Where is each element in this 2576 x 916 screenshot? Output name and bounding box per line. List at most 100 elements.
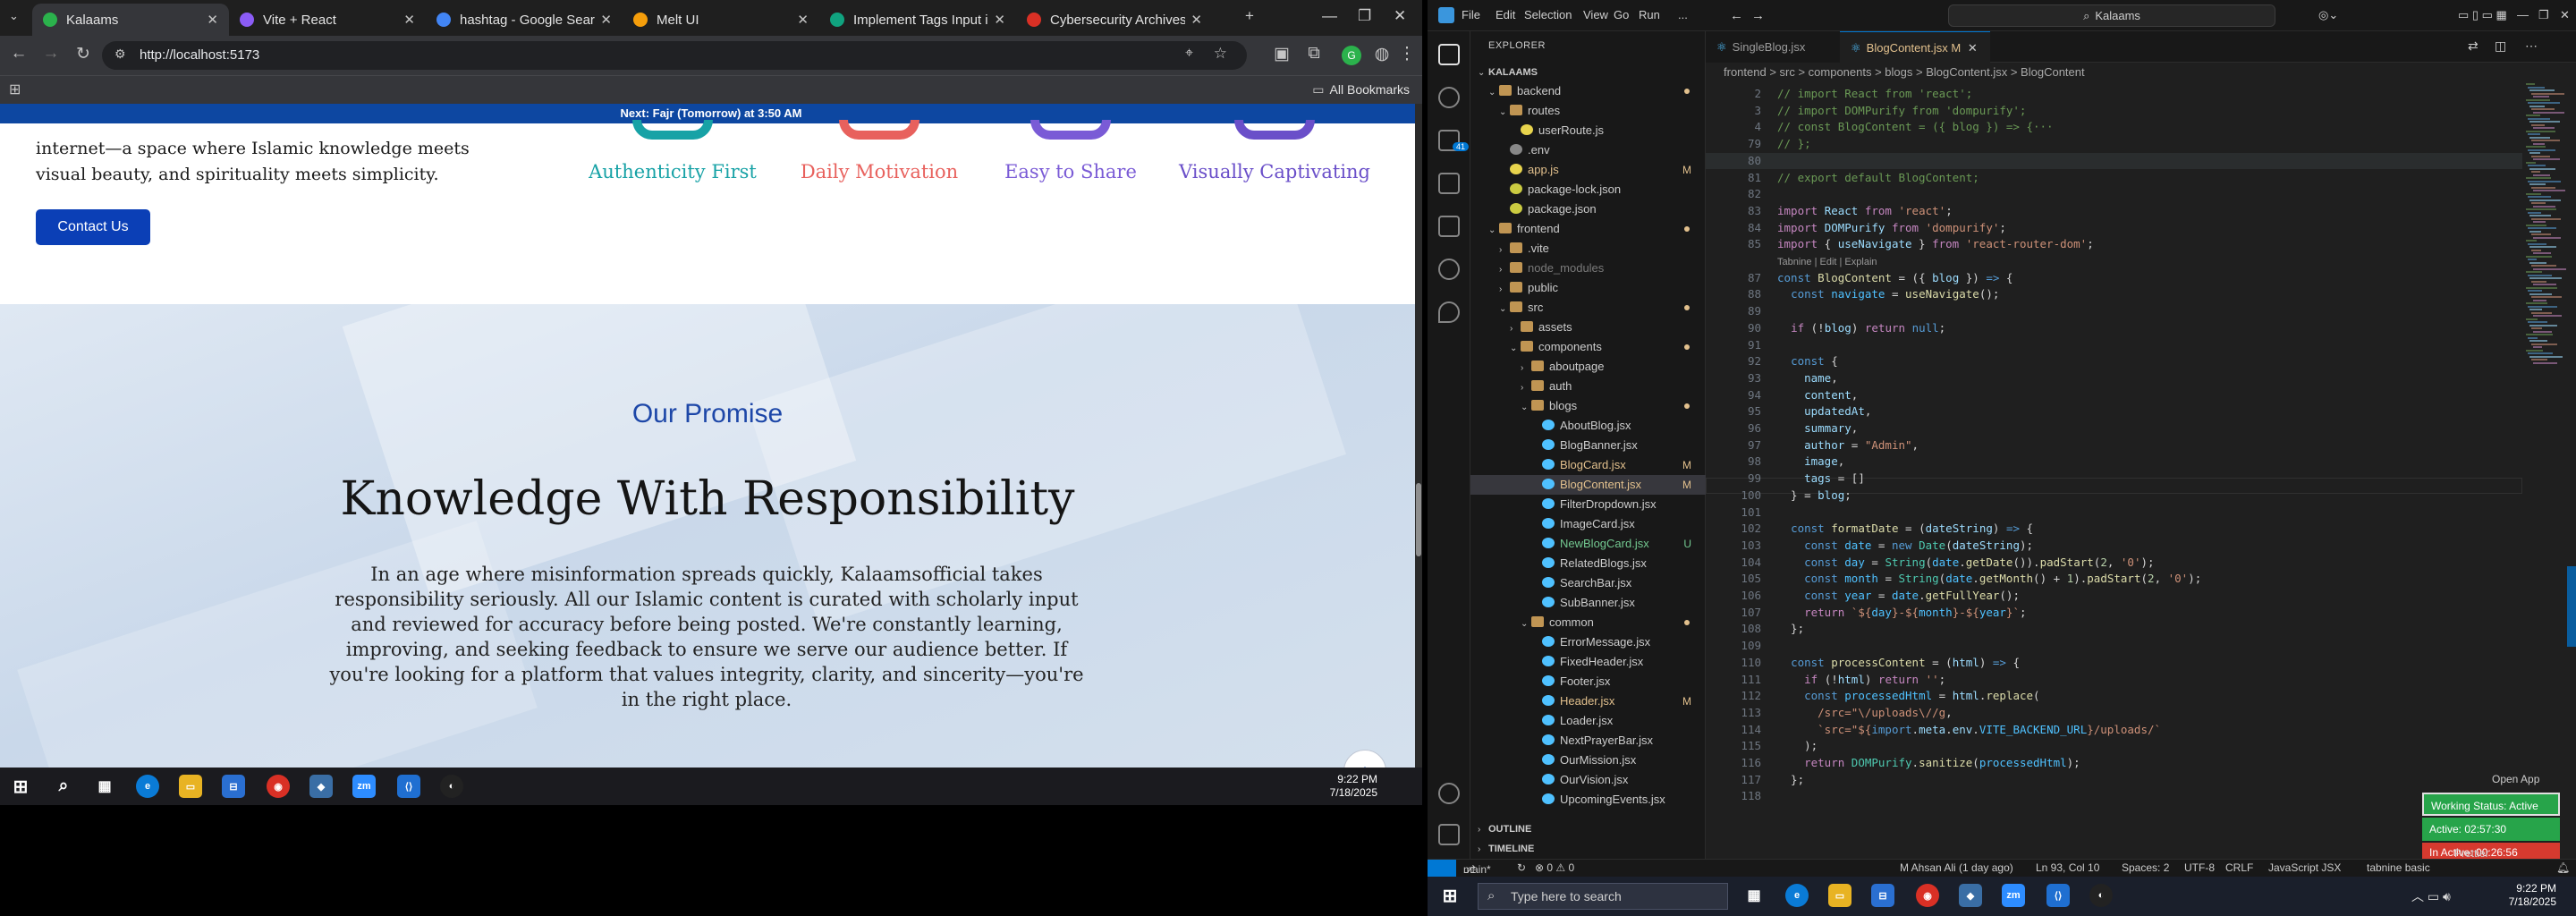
remote-icon[interactable]	[1438, 259, 1460, 280]
menu-item[interactable]: Selection	[1524, 8, 1572, 21]
tree-file[interactable]: NextPrayerBar.jsx	[1470, 731, 1706, 751]
language-mode[interactable]: JavaScript JSX	[2268, 861, 2341, 874]
menu-item[interactable]: View	[1583, 8, 1608, 21]
puzzle-icon[interactable]: ⧉	[1302, 44, 1326, 64]
breadcrumb[interactable]: frontend > src > components > blogs > Bl…	[1724, 65, 2085, 79]
tab-close-icon[interactable]: ✕	[797, 12, 809, 28]
profile-icon[interactable]: ◍	[1370, 44, 1394, 64]
split-editor-icon[interactable]: ◫	[2495, 38, 2506, 54]
profile-avatar[interactable]: G	[1342, 46, 1361, 65]
tree-folder[interactable]: ⌄ backend	[1470, 81, 1706, 101]
gear-icon[interactable]	[1438, 824, 1460, 845]
chrome-icon[interactable]: ◉	[1916, 884, 1939, 907]
all-bookmarks[interactable]: ▭ All Bookmarks	[1312, 82, 1410, 98]
app-icon[interactable]: ◆	[1959, 884, 1982, 907]
reload-icon[interactable]: ↻	[72, 44, 95, 64]
tree-file[interactable]: ImageCard.jsx	[1470, 514, 1706, 534]
tree-file[interactable]: NewBlogCard.jsx U	[1470, 534, 1706, 554]
app-icon[interactable]: ◆	[309, 775, 333, 798]
forward-arrow-icon[interactable]: →	[1751, 8, 1765, 23]
chrome-icon[interactable]: ◉	[267, 775, 290, 798]
close-window-icon[interactable]: ✕	[2560, 8, 2570, 22]
editor-scrollbar[interactable]	[2567, 83, 2576, 859]
menu-item[interactable]: Edit	[1496, 8, 1515, 21]
vscode-icon[interactable]: ⟨⟩	[397, 775, 420, 798]
app2-icon[interactable]: ◐	[440, 775, 463, 798]
tree-folder[interactable]: › auth	[1470, 377, 1706, 396]
search-icon[interactable]	[1438, 87, 1460, 108]
tree-folder[interactable]: ⌄ src	[1470, 298, 1706, 318]
tab-close-icon[interactable]: ✕	[207, 12, 218, 28]
close-window-icon[interactable]: ✕	[1394, 7, 1406, 25]
bookmark-star-icon[interactable]: ☆	[1214, 45, 1227, 63]
tree-folder[interactable]: ⌄ components	[1470, 337, 1706, 357]
mongodb-icon[interactable]	[1438, 301, 1460, 323]
cursor-position[interactable]: Ln 93, Col 10	[2036, 861, 2099, 874]
menu-item[interactable]: Run	[1639, 8, 1660, 21]
forward-icon[interactable]: →	[39, 44, 63, 64]
contact-us-button[interactable]: Contact Us	[36, 209, 150, 245]
command-center[interactable]: ⌕ Kalaams	[1948, 4, 2275, 27]
chrome-menu-icon[interactable]: ⋮	[1395, 44, 1419, 64]
tree-folder[interactable]: ⌄ common	[1470, 613, 1706, 632]
menu-item[interactable]: File	[1462, 8, 1480, 21]
code-editor[interactable]: 2 // import React from 'react'; 3 // import…	[1706, 83, 2522, 861]
tree-file[interactable]: BlogCard.jsx M	[1470, 455, 1706, 475]
tree-folder[interactable]: › public	[1470, 278, 1706, 298]
tree-folder[interactable]: › node_modules	[1470, 259, 1706, 278]
close-icon[interactable]: ✕	[1968, 41, 1978, 55]
open-app-link[interactable]: Open App	[2492, 773, 2539, 785]
edge-icon[interactable]: e	[1785, 884, 1809, 907]
new-tab-icon[interactable]: +	[1245, 7, 1254, 25]
tree-file[interactable]: FixedHeader.jsx	[1470, 652, 1706, 672]
zoom-icon[interactable]: zm	[2002, 884, 2025, 907]
vscode-icon[interactable]: ⟨⟩	[2046, 884, 2070, 907]
extensions-icon[interactable]	[1438, 216, 1460, 237]
editor-tab[interactable]: ⚛ BlogContent.jsx M ✕	[1840, 31, 1990, 63]
back-icon[interactable]: ←	[7, 44, 30, 64]
tree-file[interactable]: FilterDropdown.jsx	[1470, 495, 1706, 514]
compare-icon[interactable]: ⇄	[2468, 38, 2479, 54]
browser-tab[interactable]: hashtag - Google Search ✕	[426, 4, 623, 36]
indentation[interactable]: Spaces: 2	[2122, 861, 2169, 874]
task-view-icon[interactable]: ▦	[93, 775, 116, 798]
app2-icon[interactable]: ◐	[2089, 884, 2113, 907]
zoom-icon[interactable]: zm	[352, 775, 376, 798]
editor-tab[interactable]: ⚛ SingleBlog.jsx	[1706, 31, 1840, 63]
tree-file[interactable]: SearchBar.jsx	[1470, 573, 1706, 593]
tab-close-icon[interactable]: ✕	[1191, 12, 1202, 28]
tree-file[interactable]: RelatedBlogs.jsx	[1470, 554, 1706, 573]
tree-file[interactable]: SubBanner.jsx	[1470, 593, 1706, 613]
tree-folder[interactable]: ⌄ KALAAMS	[1470, 62, 1706, 81]
file-explorer-icon[interactable]: ▭	[179, 775, 202, 798]
layout-icon[interactable]: ▭ ▯ ▭ ▦	[2458, 8, 2507, 22]
timeline-section[interactable]: › TIMELINE	[1470, 838, 1706, 858]
tree-file[interactable]: BlogBanner.jsx	[1470, 436, 1706, 455]
tree-file[interactable]: userRoute.js	[1470, 121, 1706, 140]
tree-file[interactable]: Loader.jsx	[1470, 711, 1706, 731]
maximize-icon[interactable]: ❐	[1358, 7, 1371, 25]
editor-scrollbar-thumb[interactable]	[2567, 566, 2576, 647]
tree-file[interactable]: AboutBlog.jsx	[1470, 416, 1706, 436]
remote-indicator[interactable]	[1428, 860, 1456, 877]
tree-file[interactable]: .env	[1470, 140, 1706, 160]
system-tray-icons[interactable]: ︿ ▭ 🔊︎	[2411, 887, 2451, 905]
tree-file[interactable]: OurVision.jsx	[1470, 770, 1706, 790]
encoding[interactable]: UTF-8	[2184, 861, 2215, 874]
eol[interactable]: CRLF	[2225, 861, 2253, 874]
minimize-icon[interactable]: —	[2517, 8, 2529, 21]
extension-icon[interactable]: ▣	[1270, 44, 1293, 64]
address-bar[interactable]: ⚙ http://localhost:5173 ⌖ ☆	[102, 41, 1247, 70]
tree-file[interactable]: Header.jsx M	[1470, 691, 1706, 711]
notifications-icon[interactable]: 🔔︎	[2556, 861, 2570, 874]
tree-folder[interactable]: ⌄ blogs	[1470, 396, 1706, 416]
taskbar-search-input[interactable]: ⌕ Type here to search	[1478, 883, 1728, 910]
sync-icon[interactable]: ↻	[1517, 861, 1526, 874]
page-scrollbar-thumb[interactable]	[1416, 483, 1421, 556]
run-debug-icon[interactable]	[1438, 173, 1460, 194]
explorer-icon[interactable]	[1438, 44, 1460, 65]
browser-tab[interactable]: Melt UI ✕	[623, 4, 819, 36]
tree-folder[interactable]: › aboutpage	[1470, 357, 1706, 377]
maximize-icon[interactable]: ❐	[2538, 8, 2549, 22]
windows-start-icon[interactable]: ⊞	[1438, 884, 1462, 907]
